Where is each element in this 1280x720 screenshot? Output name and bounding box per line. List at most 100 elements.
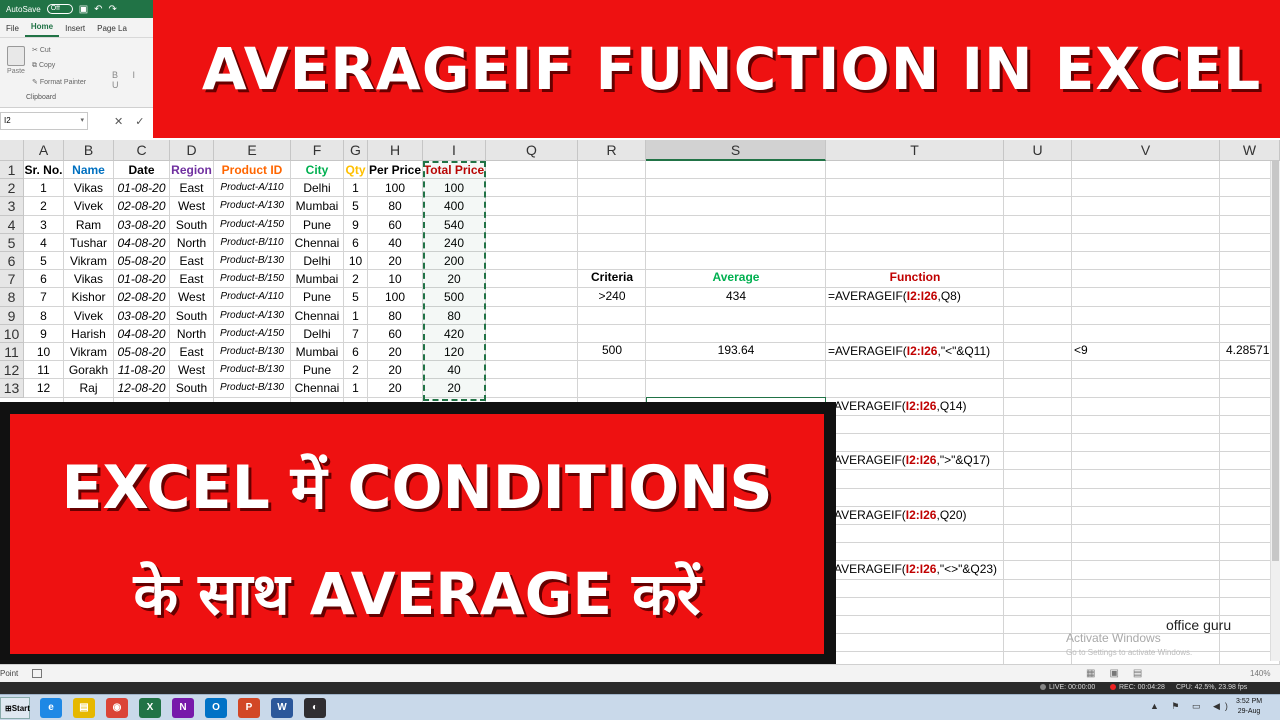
cell-d7[interactable]: East <box>170 270 214 289</box>
cell-b8[interactable]: Kishor <box>64 288 114 307</box>
cell-d5[interactable]: North <box>170 233 214 252</box>
cell-a5[interactable]: 4 <box>24 233 64 252</box>
cell-w11[interactable]: 4.28571 <box>1226 343 1276 357</box>
function-formula[interactable]: AVERAGEIF(I2:I26,"<>"&Q23) <box>834 562 997 576</box>
cell-c3[interactable]: 02-08-20 <box>114 197 170 216</box>
chrome-icon[interactable]: ◉ <box>106 698 128 718</box>
cell-b5[interactable]: Tushar <box>64 233 114 252</box>
column-header-e[interactable]: E <box>214 140 291 161</box>
cell-h1[interactable]: Per Price <box>368 161 423 180</box>
row-header-8[interactable]: 8 <box>0 288 24 307</box>
cell-b2[interactable]: Vikas <box>64 179 114 198</box>
start-button[interactable]: ⊞Start <box>0 697 30 719</box>
cell-b6[interactable]: Vikram <box>64 252 114 271</box>
undo-icon[interactable]: ↶ <box>94 4 102 15</box>
word-icon[interactable]: W <box>271 698 293 718</box>
macro-record-icon[interactable] <box>32 669 42 678</box>
average-s11[interactable]: 193.64 <box>646 343 826 357</box>
cell-h5[interactable]: 40 <box>368 233 423 252</box>
cell-g6[interactable]: 10 <box>344 252 368 271</box>
column-header-w[interactable]: W <box>1220 140 1280 161</box>
cell-b7[interactable]: Vikas <box>64 270 114 289</box>
paste-button[interactable]: Paste <box>4 44 28 84</box>
outlook-icon[interactable]: O <box>205 698 227 718</box>
cell-e6[interactable]: Product-B/130 <box>214 252 291 271</box>
cell-c11[interactable]: 05-08-20 <box>114 343 170 362</box>
select-all-corner[interactable] <box>0 140 24 161</box>
cell-a6[interactable]: 5 <box>24 252 64 271</box>
cell-a4[interactable]: 3 <box>24 215 64 234</box>
cell-g7[interactable]: 2 <box>344 270 368 289</box>
cell-d1[interactable]: Region <box>170 161 214 180</box>
cell-e12[interactable]: Product-B/130 <box>214 361 291 380</box>
column-header-t[interactable]: T <box>826 140 1004 161</box>
cell-e11[interactable]: Product-B/130 <box>214 343 291 362</box>
row-header-7[interactable]: 7 <box>0 270 24 289</box>
cell-e13[interactable]: Product-B/130 <box>214 379 291 398</box>
cell-f8[interactable]: Pune <box>291 288 344 307</box>
cell-f13[interactable]: Chennai <box>291 379 344 398</box>
cell-e3[interactable]: Product-A/130 <box>214 197 291 216</box>
cell-h13[interactable]: 20 <box>368 379 423 398</box>
cell-a7[interactable]: 6 <box>24 270 64 289</box>
cell-c4[interactable]: 03-08-20 <box>114 215 170 234</box>
cancel-icon[interactable]: ✕ <box>114 115 123 128</box>
cell-h7[interactable]: 10 <box>368 270 423 289</box>
cell-d8[interactable]: West <box>170 288 214 307</box>
cell-f11[interactable]: Mumbai <box>291 343 344 362</box>
cell-f12[interactable]: Pune <box>291 361 344 380</box>
cell-d3[interactable]: West <box>170 197 214 216</box>
column-header-r[interactable]: R <box>578 140 646 161</box>
format-painter-button[interactable]: ✎ Format Painter <box>32 78 86 86</box>
cell-a2[interactable]: 1 <box>24 179 64 198</box>
clock[interactable]: 3:52 PM 29-Aug <box>1236 697 1262 717</box>
powerpoint-icon[interactable]: P <box>238 698 260 718</box>
cell-b9[interactable]: Vivek <box>64 306 114 325</box>
criteria-r11[interactable]: 500 <box>578 343 646 357</box>
cell-d9[interactable]: South <box>170 306 214 325</box>
cell-g13[interactable]: 1 <box>344 379 368 398</box>
row-header-9[interactable]: 9 <box>0 306 24 325</box>
column-header-g[interactable]: G <box>344 140 368 161</box>
column-header-v[interactable]: V <box>1072 140 1220 161</box>
function-formula[interactable]: AVERAGEIF(I2:I26,">"&Q17) <box>834 453 990 467</box>
column-header-s[interactable]: S <box>646 140 826 161</box>
cell-a10[interactable]: 9 <box>24 324 64 343</box>
cell-a1[interactable]: Sr. No. <box>24 161 64 180</box>
function-formula[interactable]: =AVERAGEIF(I2:I26,"<"&Q11) <box>828 344 990 358</box>
cell-f10[interactable]: Delhi <box>291 324 344 343</box>
scrollbar-thumb[interactable] <box>1272 161 1279 561</box>
column-header-q[interactable]: Q <box>486 140 578 161</box>
cell-c8[interactable]: 02-08-20 <box>114 288 170 307</box>
cell-d13[interactable]: South <box>170 379 214 398</box>
cell-c7[interactable]: 01-08-20 <box>114 270 170 289</box>
cell-c2[interactable]: 01-08-20 <box>114 179 170 198</box>
cell-f3[interactable]: Mumbai <box>291 197 344 216</box>
cell-a8[interactable]: 7 <box>24 288 64 307</box>
cell-c9[interactable]: 03-08-20 <box>114 306 170 325</box>
name-box[interactable]: I2 ▾ <box>0 112 88 130</box>
cell-h2[interactable]: 100 <box>368 179 423 198</box>
cell-h11[interactable]: 20 <box>368 343 423 362</box>
cell-d11[interactable]: East <box>170 343 214 362</box>
row-header-3[interactable]: 3 <box>0 197 24 216</box>
column-header-c[interactable]: C <box>114 140 170 161</box>
cell-g1[interactable]: Qty <box>344 161 368 180</box>
cell-a12[interactable]: 11 <box>24 361 64 380</box>
cell-f4[interactable]: Pune <box>291 215 344 234</box>
cell-e10[interactable]: Product-A/150 <box>214 324 291 343</box>
cell-e2[interactable]: Product-A/110 <box>214 179 291 198</box>
cell-c12[interactable]: 11-08-20 <box>114 361 170 380</box>
cell-b1[interactable]: Name <box>64 161 114 180</box>
column-header-i[interactable]: I <box>423 140 486 161</box>
cell-h12[interactable]: 20 <box>368 361 423 380</box>
onenote-icon[interactable]: N <box>172 698 194 718</box>
row-header-1[interactable]: 1 <box>0 161 24 180</box>
cell-g11[interactable]: 6 <box>344 343 368 362</box>
cell-g10[interactable]: 7 <box>344 324 368 343</box>
cell-b13[interactable]: Raj <box>64 379 114 398</box>
cell-u11[interactable]: <9 <box>1074 343 1094 357</box>
row-header-4[interactable]: 4 <box>0 215 24 234</box>
column-header-u[interactable]: U <box>1004 140 1072 161</box>
cell-h10[interactable]: 60 <box>368 324 423 343</box>
